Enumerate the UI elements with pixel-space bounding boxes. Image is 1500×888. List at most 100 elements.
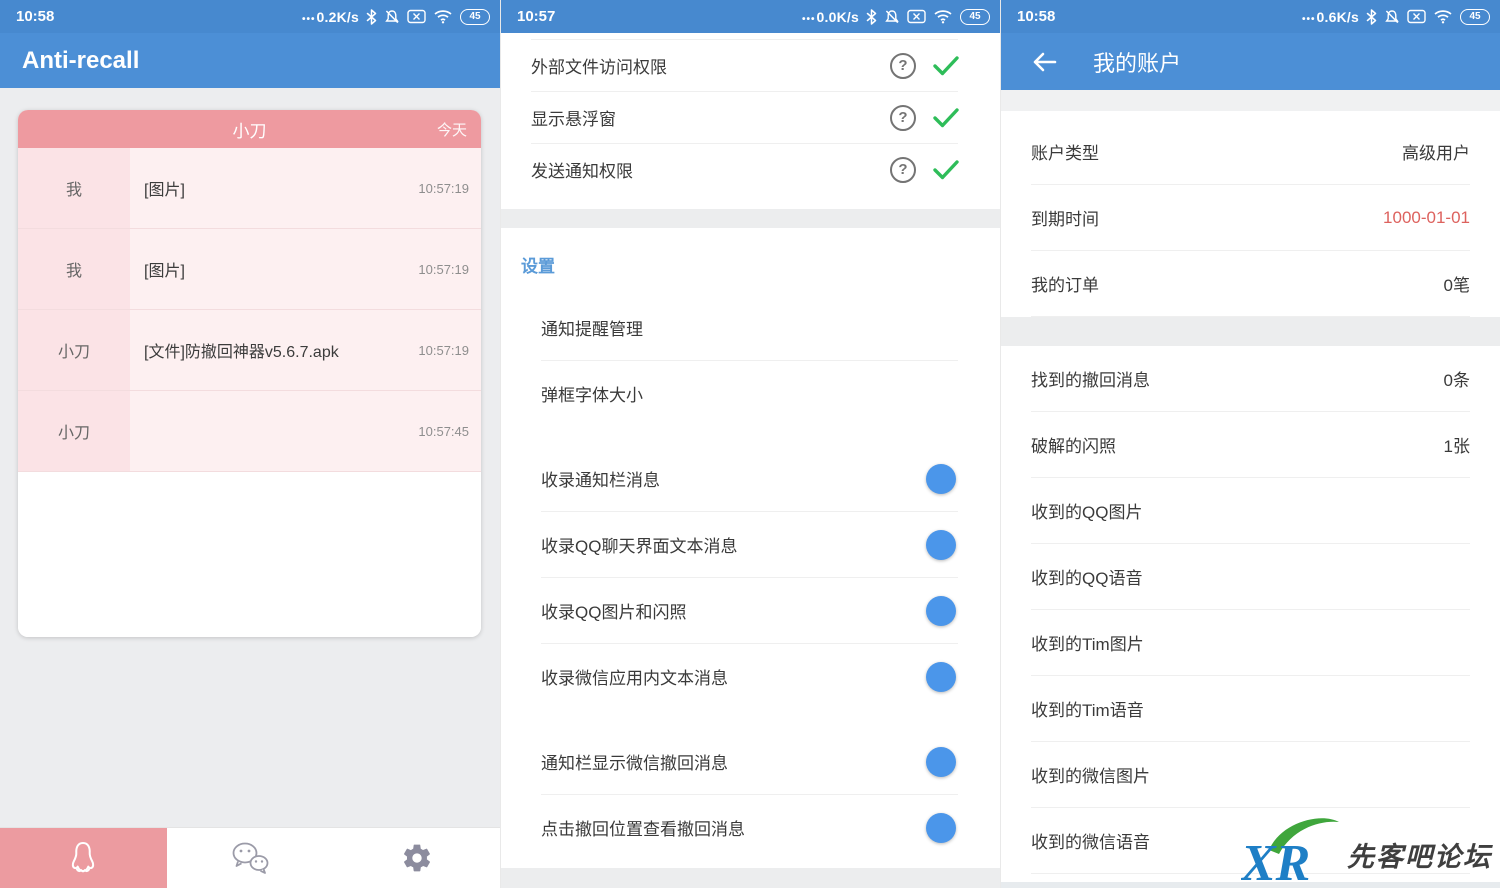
account-content: 账户类型 高级用户 到期时间 1000-01-01 我的订单 0笔 找到的撤回消… (1001, 111, 1500, 888)
sim-x-icon (1407, 9, 1426, 24)
net-speed: 0.0K/s (802, 9, 859, 25)
toggle-label: 收录QQ图片和闪照 (541, 598, 914, 623)
section-separator (501, 209, 1000, 228)
account-row[interactable]: 账户类型 高级用户 (1001, 119, 1500, 184)
xr-logo-icon: XR (1241, 814, 1343, 886)
toggle-row[interactable]: 通知栏显示微信撤回消息 (501, 729, 1000, 794)
menu-item[interactable]: 弹框字体大小 (501, 361, 1000, 426)
sim-x-icon (407, 9, 426, 24)
row-label: 账户类型 (1031, 139, 1402, 164)
header-separator (1001, 90, 1500, 111)
permission-list: 外部文件访问权限 显示悬浮窗 发送通知权限 (501, 33, 1000, 195)
tab-qq[interactable] (0, 828, 167, 888)
row-label: 收到的微信图片 (1031, 762, 1470, 787)
net-speed: 0.2K/s (302, 9, 359, 25)
toggle-switch[interactable] (914, 601, 952, 621)
permission-row[interactable]: 外部文件访问权限 (501, 40, 1000, 91)
watermark-text: 先客吧论坛 (1343, 835, 1494, 886)
tab-wechat[interactable] (167, 828, 334, 888)
stat-row[interactable]: 收到的微信图片 (1001, 742, 1500, 807)
toggle-switch[interactable] (914, 535, 952, 555)
message-time: 10:57:19 (418, 262, 469, 277)
svg-text:XR: XR (1241, 835, 1310, 886)
account-row[interactable]: 我的订单 0笔 (1001, 251, 1500, 316)
screen-account: 10:58 0.6K/s 45 我的账户 账户类型 高级用户 到期时间 1000… (1000, 0, 1500, 888)
message-sender: 我 (18, 148, 130, 228)
row-value: 1张 (1444, 432, 1470, 457)
screen-settings: 10:57 0.0K/s 45 外部文件访问权限 显示悬浮窗 (500, 0, 1000, 888)
permission-label: 发送通知权限 (531, 157, 890, 182)
toggle-group-capture: 收录通知栏消息 收录QQ聊天界面文本消息 收录QQ图片和闪照 收录微信应用内文本… (501, 446, 1000, 709)
wifi-icon (433, 9, 453, 24)
conversation-card[interactable]: 小刀 今天 我 [图片]10:57:19 我 [图片]10:57:19 小刀 [… (18, 110, 481, 637)
message-row[interactable]: 小刀 10:57:45 (18, 391, 481, 472)
status-time: 10:58 (16, 8, 54, 25)
toggle-row[interactable]: 收录通知栏消息 (501, 446, 1000, 511)
net-speed: 0.6K/s (1302, 9, 1359, 25)
row-label: 收到的QQ图片 (1031, 498, 1470, 523)
help-circle-icon[interactable] (890, 157, 916, 183)
stat-row[interactable]: 收到的Tim图片 (1001, 610, 1500, 675)
row-value: 0条 (1444, 366, 1470, 391)
message-row[interactable]: 小刀 [文件]防撤回神器v5.6.7.apk10:57:19 (18, 310, 481, 391)
tab-settings[interactable] (333, 828, 500, 888)
section-separator (1001, 317, 1500, 346)
toggle-row[interactable]: 收录QQ图片和闪照 (501, 578, 1000, 643)
account-row[interactable]: 到期时间 1000-01-01 (1001, 185, 1500, 250)
screen-chat-list: 10:58 0.2K/s 45 Anti-recall 小刀 今天 我 [图片]… (0, 0, 500, 888)
toggle-label: 收录微信应用内文本消息 (541, 664, 914, 689)
toggle-switch[interactable] (914, 667, 952, 687)
message-row[interactable]: 我 [图片]10:57:19 (18, 229, 481, 310)
battery-icon: 45 (960, 9, 990, 25)
section-title: 设置 (501, 228, 1000, 295)
permission-row[interactable]: 显示悬浮窗 (501, 92, 1000, 143)
help-circle-icon[interactable] (890, 105, 916, 131)
help-circle-icon[interactable] (890, 53, 916, 79)
check-icon (932, 55, 960, 77)
permission-row[interactable]: 发送通知权限 (501, 144, 1000, 195)
wifi-icon (933, 9, 953, 24)
toggle-label: 点击撤回位置查看撤回消息 (541, 815, 914, 840)
stat-row[interactable]: 破解的闪照 1张 (1001, 412, 1500, 477)
menu-item-label: 弹框字体大小 (541, 381, 643, 406)
bluetooth-icon (366, 9, 377, 25)
gear-icon (401, 842, 433, 874)
row-label: 找到的撤回消息 (1031, 366, 1444, 391)
watermark: XR 先客吧论坛 (1241, 814, 1494, 886)
menu-item[interactable]: 通知提醒管理 (501, 295, 1000, 360)
status-icons: 0.0K/s 45 (802, 9, 990, 25)
conversation-header: 小刀 今天 (18, 110, 481, 148)
message-sender: 小刀 (18, 391, 130, 471)
message-time: 10:57:45 (418, 424, 469, 439)
message-sender: 我 (18, 229, 130, 309)
page-title: 我的账户 (1093, 46, 1181, 78)
toggle-switch[interactable] (914, 752, 952, 772)
check-icon (932, 159, 960, 181)
message-row[interactable]: 我 [图片]10:57:19 (18, 148, 481, 229)
toggle-switch[interactable] (914, 818, 952, 838)
bell-muted-icon (384, 9, 400, 25)
stat-row[interactable]: 收到的Tim语音 (1001, 676, 1500, 741)
date-label: 今天 (437, 110, 467, 148)
signal-dots-icon (302, 9, 317, 25)
stat-row[interactable]: 收到的QQ语音 (1001, 544, 1500, 609)
status-time: 10:57 (517, 8, 555, 25)
permission-label: 外部文件访问权限 (531, 53, 890, 78)
chat-list-area: 小刀 今天 我 [图片]10:57:19 我 [图片]10:57:19 小刀 [… (0, 88, 500, 827)
signal-dots-icon (802, 9, 817, 25)
toggle-row[interactable]: 收录QQ聊天界面文本消息 (501, 512, 1000, 577)
row-label: 收到的QQ语音 (1031, 564, 1470, 589)
stat-row[interactable]: 收到的QQ图片 (1001, 478, 1500, 543)
app-header: Anti-recall (0, 33, 500, 88)
card-empty-space (18, 472, 481, 637)
row-value: 高级用户 (1402, 139, 1470, 164)
toggle-row[interactable]: 收录微信应用内文本消息 (501, 644, 1000, 709)
toggle-switch[interactable] (914, 469, 952, 489)
toggle-row[interactable]: 点击撤回位置查看撤回消息 (501, 795, 1000, 860)
stat-row[interactable]: 找到的撤回消息 0条 (1001, 346, 1500, 411)
account-header: 我的账户 (1001, 33, 1500, 90)
back-arrow-icon[interactable] (1031, 51, 1057, 73)
stats-list: 找到的撤回消息 0条 破解的闪照 1张 收到的QQ图片 收到的QQ语音 收到的T… (1001, 346, 1500, 874)
toggle-group-notify: 通知栏显示微信撤回消息 点击撤回位置查看撤回消息 (501, 729, 1000, 860)
status-icons: 0.2K/s 45 (302, 9, 490, 25)
